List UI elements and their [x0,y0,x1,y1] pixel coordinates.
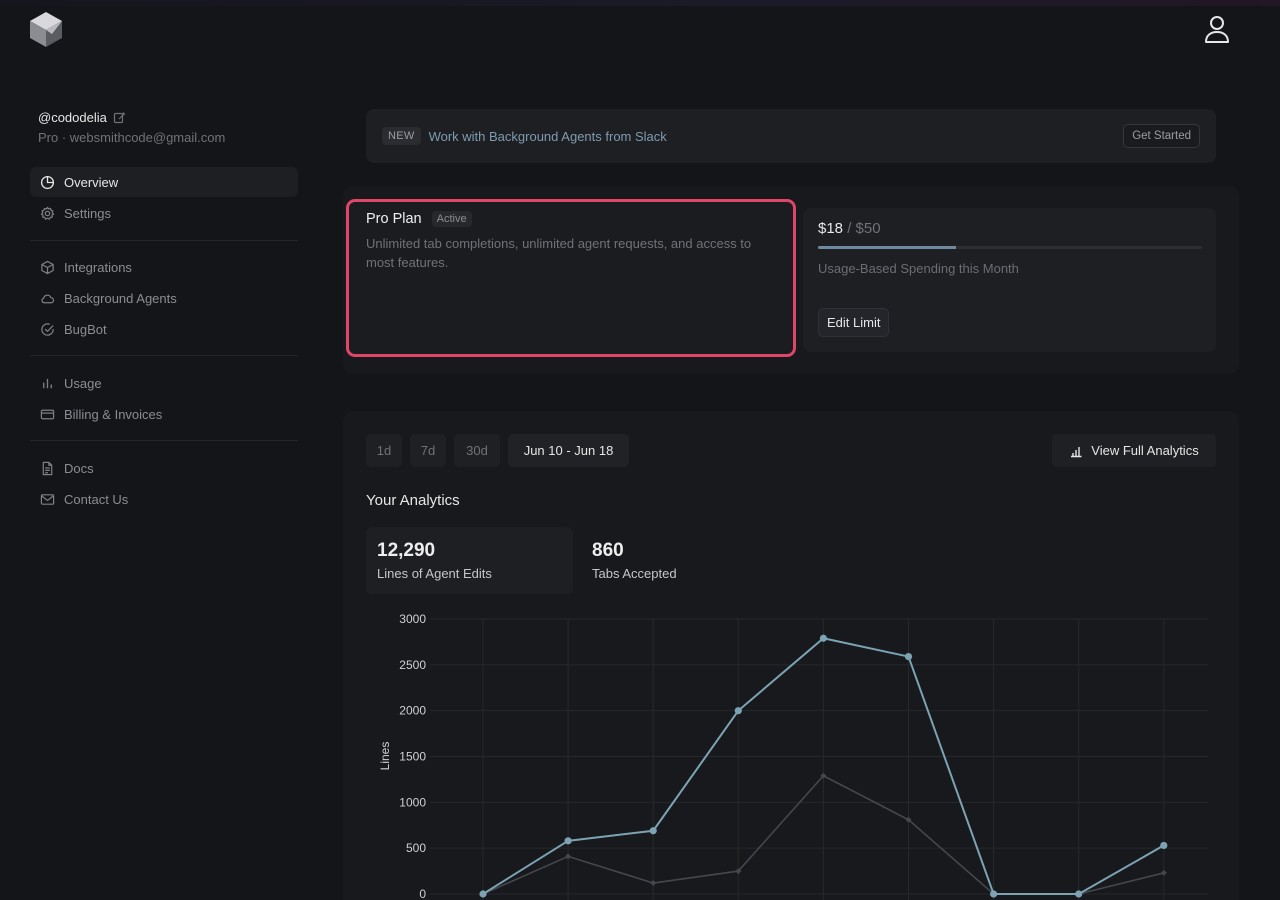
y-tick-label: 3000 [399,612,426,626]
view-full-analytics-label: View Full Analytics [1091,443,1199,458]
sidebar-item-label: Integrations [64,259,132,275]
y-tick-label: 1500 [399,750,426,764]
sidebar-item-label: Docs [64,460,94,476]
data-point [819,634,827,642]
sidebar-item-label: Contact Us [64,491,129,507]
analytics-title: Your Analytics [366,492,460,509]
cube-icon [41,260,54,274]
sidebar-item-integrations[interactable]: Integrations [30,252,298,282]
sidebar-item-overview[interactable]: Overview [30,167,298,197]
usage-current: $18 [818,220,844,237]
sidebar-divider [30,240,298,241]
y-tick-label: 2000 [399,704,426,718]
range-custom-button[interactable]: Jun 10 - Jun 18 [508,434,629,467]
profile-username: @cododelia [38,110,126,125]
pro-plan-card[interactable]: Pro Plan Active Unlimited tab completion… [346,199,796,357]
data-point [649,827,657,835]
plan-status-badge: Active [431,211,472,227]
sidebar-item-label: Background Agents [64,290,177,306]
sidebar-item-label: BugBot [64,321,107,337]
pie-chart-icon [40,175,55,189]
gear-icon [40,206,55,220]
sidebar-item-contact[interactable]: Contact Us [30,484,298,514]
data-point [990,890,998,898]
analytics-line-chart: 0 500 1000 1500 2000 2500 3000 Lines [378,612,1208,900]
sidebar-item-usage[interactable]: Usage [30,368,298,398]
bar-chart-icon [43,378,52,388]
get-started-button[interactable]: Get Started [1123,124,1200,148]
stat-card-tabs-accepted[interactable]: 860 Tabs Accepted [581,527,788,594]
credit-card-icon [40,409,55,419]
new-badge: NEW [382,127,421,145]
sidebar-item-label: Overview [64,174,119,190]
data-point [1160,841,1168,850]
range-1d-button[interactable]: 1d [366,434,402,467]
mail-icon [40,493,55,505]
data-point [1160,869,1167,876]
cloud-icon [41,294,55,303]
profile-subtitle: Pro · websmithcode@gmail.com [38,130,226,145]
sidebar-item-label: Settings [64,205,111,221]
stat-value: 860 [592,540,624,561]
sidebar-divider [30,355,298,356]
data-point [564,837,572,845]
usage-spending-card: $18 / $50 Usage-Based Spending this Mont… [803,208,1216,352]
top-gradient-strip [0,0,1280,6]
sidebar-item-billing[interactable]: Billing & Invoices [30,399,298,429]
bar-chart-icon [1071,446,1082,457]
y-tick-label: 0 [419,887,426,900]
view-full-analytics-button[interactable]: View Full Analytics [1052,434,1216,467]
data-point [1075,890,1083,898]
sidebar-divider [30,440,298,441]
range-30d-button[interactable]: 30d [454,434,500,467]
plan-name: Pro Plan [366,211,422,227]
stat-value: 12,290 [377,540,436,561]
range-7d-button[interactable]: 7d [410,434,446,467]
y-tick-label: 1000 [399,795,426,809]
sidebar-item-background-agents[interactable]: Background Agents [30,283,298,313]
document-icon [42,461,53,475]
sidebar-item-label: Usage [64,375,102,391]
stat-label: Lines of Agent Edits [377,566,492,581]
data-point [904,652,913,661]
data-point [734,707,742,715]
usage-limit: / $50 [843,220,881,237]
data-point [565,853,572,860]
sidebar-item-bugbot[interactable]: BugBot [30,314,298,344]
y-tick-label: 500 [406,841,426,855]
stat-label: Tabs Accepted [592,566,677,581]
user-account-icon[interactable] [1200,12,1234,46]
usage-progress-bar [818,246,1202,249]
usage-amount: $18 / $50 [818,220,1201,237]
data-point [650,880,657,886]
username-text: @cododelia [38,110,107,125]
banner-link[interactable]: Work with Background Agents from Slack [429,129,667,144]
usage-progress-fill [818,246,957,249]
usage-caption: Usage-Based Spending this Month [818,261,1019,276]
announcement-banner: NEW Work with Background Agents from Sla… [366,109,1216,163]
sidebar-item-label: Billing & Invoices [64,406,163,422]
check-circle-icon [41,322,54,336]
data-point [479,890,487,898]
y-axis-label: Lines [378,742,392,771]
sidebar-item-settings[interactable]: Settings [30,198,298,228]
plan-description: Unlimited tab completions, unlimited age… [366,236,752,270]
sidebar-item-docs[interactable]: Docs [30,453,298,483]
y-tick-label: 2500 [399,658,426,672]
edit-limit-button[interactable]: Edit Limit [818,308,890,337]
app-logo[interactable] [28,10,64,48]
stat-card-agent-edits[interactable]: 12,290 Lines of Agent Edits [366,527,573,594]
edit-icon[interactable] [113,111,126,124]
